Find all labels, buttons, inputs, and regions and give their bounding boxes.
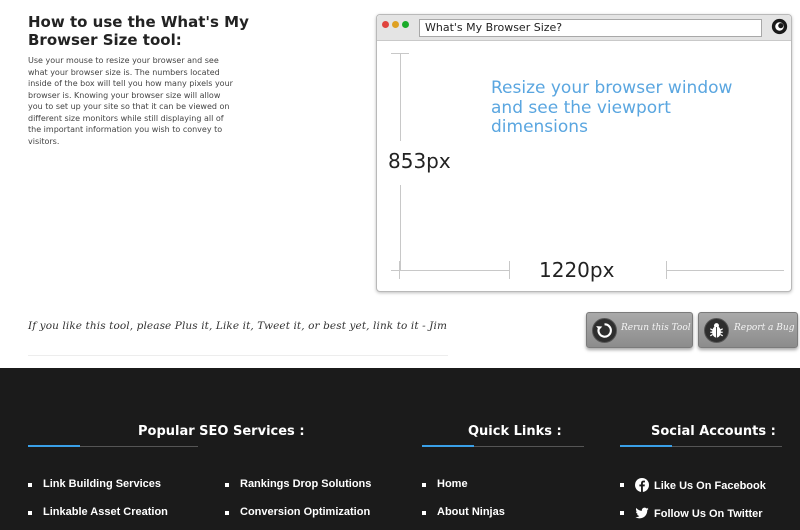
footer-link-link-building[interactable]: Link Building Services: [28, 478, 168, 506]
footer-heading-social: Social Accounts :: [651, 424, 776, 439]
report-bug-label: Report a Bug: [734, 323, 795, 333]
height-line-bottom: [400, 185, 401, 271]
bug-icon: [704, 318, 729, 343]
width-readout: 1220px: [539, 258, 615, 282]
browser-title-bar: What's My Browser Size?: [377, 15, 791, 41]
bullet: [28, 511, 32, 515]
minimize-dot-icon: [392, 21, 399, 28]
report-bug-button[interactable]: Report a Bug: [698, 312, 798, 348]
footer-link-label[interactable]: Home: [437, 478, 468, 490]
url-bar: What's My Browser Size?: [419, 19, 762, 37]
heading-accent: [422, 445, 474, 447]
bullet: [422, 483, 426, 487]
browser-logo-icon: [771, 18, 788, 35]
footer-quick-links-list: Home About Ninjas: [422, 478, 505, 530]
footer-link-home[interactable]: Home: [422, 478, 505, 506]
close-dot-icon: [382, 21, 389, 28]
height-readout: 853px: [388, 149, 451, 173]
bullet: [225, 483, 229, 487]
intro-title: How to use the What's My Browser Size to…: [28, 13, 249, 49]
footer-link-label[interactable]: Conversion Optimization: [240, 506, 370, 518]
bullet: [422, 511, 426, 515]
twitter-icon: [635, 507, 649, 519]
footer-link-rankings-drop[interactable]: Rankings Drop Solutions: [225, 478, 371, 506]
footer-link-about[interactable]: About Ninjas: [422, 506, 505, 530]
footer-link-label[interactable]: Rankings Drop Solutions: [240, 478, 371, 490]
width-left-tick: [509, 261, 510, 279]
footer-link-label[interactable]: Link Building Services: [43, 478, 161, 490]
refresh-icon: [592, 318, 617, 343]
heading-accent: [620, 445, 672, 447]
facebook-icon: [635, 478, 649, 492]
bullet: [620, 511, 624, 515]
footer-link-linkable-asset[interactable]: Linkable Asset Creation: [28, 506, 168, 530]
footer-link-label[interactable]: Like Us On Facebook: [654, 480, 766, 492]
footer-social-list: Like Us On Facebook Follow Us On Twitter: [620, 478, 766, 530]
footer-link-twitter[interactable]: Follow Us On Twitter: [620, 506, 766, 530]
bullet: [225, 511, 229, 515]
height-line-top: [400, 53, 401, 141]
heading-accent: [28, 445, 80, 447]
footer-heading-quick-links: Quick Links :: [468, 424, 562, 439]
heading-rule: [620, 445, 782, 447]
heading-rule: [28, 445, 198, 447]
divider: [28, 355, 448, 356]
footer-link-conversion[interactable]: Conversion Optimization: [225, 506, 371, 530]
heading-rule: [422, 445, 584, 447]
intro-body: Use your mouse to resize your browser an…: [28, 56, 233, 146]
width-line-right: [666, 270, 784, 271]
footer-link-label[interactable]: Linkable Asset Creation: [43, 506, 168, 518]
width-line-left: [399, 270, 509, 271]
footer-link-label[interactable]: Follow Us On Twitter: [654, 508, 763, 520]
rerun-tool-label: Rerun this Tool: [621, 323, 691, 333]
footer-link-label[interactable]: About Ninjas: [437, 506, 505, 518]
rerun-tool-button[interactable]: Rerun this Tool: [586, 312, 693, 348]
viewport-message: Resize your browser window and see the v…: [491, 78, 733, 137]
maximize-dot-icon: [402, 21, 409, 28]
footer-seo-list-2: Rankings Drop Solutions Conversion Optim…: [225, 478, 371, 530]
share-message: If you like this tool, please Plus it, L…: [28, 320, 448, 332]
browser-size-box: What's My Browser Size? Resize your brow…: [376, 14, 792, 292]
footer-heading-seo: Popular SEO Services :: [138, 424, 305, 439]
footer-link-facebook[interactable]: Like Us On Facebook: [620, 478, 766, 506]
bullet: [28, 483, 32, 487]
bullet: [620, 483, 624, 487]
footer-seo-list-1: Link Building Services Linkable Asset Cr…: [28, 478, 168, 530]
site-footer: Popular SEO Services : Link Building Ser…: [0, 368, 800, 530]
